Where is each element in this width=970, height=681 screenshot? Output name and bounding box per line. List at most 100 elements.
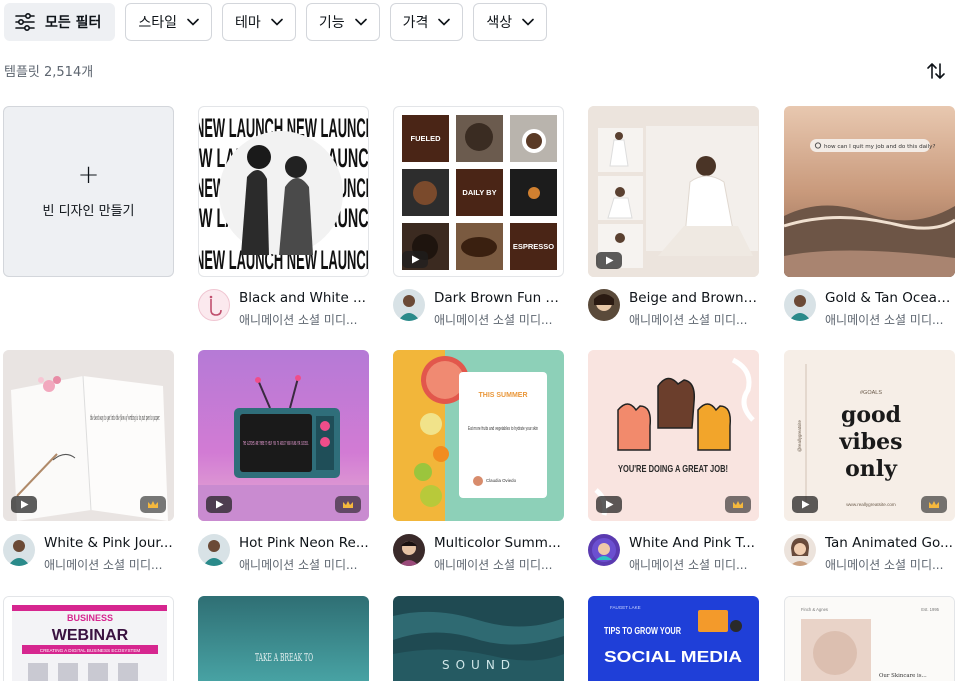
creator-avatar (784, 534, 816, 566)
template-meta[interactable]: Multicolor Summ... 애니메이션 소셜 미디... (393, 534, 564, 574)
all-filters-button[interactable]: 모든 필터 (4, 3, 116, 41)
chevron-down-icon (187, 18, 199, 26)
crown-icon (343, 501, 353, 508)
thumbnail-image: Finch & Agnes Est. 1995 Our Skincare is.… (785, 597, 954, 681)
template-author: 애니메이션 소셜 미디... (825, 558, 944, 572)
template-meta[interactable]: Black and White ... 애니메이션 소셜 미디... (198, 289, 369, 329)
template-thumbnail[interactable] (588, 106, 759, 277)
play-icon (411, 255, 419, 264)
template-title: Beige and Brown ... (629, 290, 760, 306)
chevron-down-icon (438, 18, 451, 26)
create-blank-design-label: 빈 디자인 만들기 (42, 204, 135, 219)
svg-text:Finch & Agnes: Finch & Agnes (801, 607, 828, 612)
creator-avatar (198, 289, 230, 321)
template-thumbnail[interactable]: TAKE A BREAK TO (198, 596, 369, 681)
style-filter-label: 스타일 (138, 15, 178, 31)
video-badge (402, 251, 428, 268)
svg-text:FAUGET LAKE: FAUGET LAKE (610, 605, 641, 610)
template-title: Multicolor Summ... (434, 535, 561, 551)
template-author: 애니메이션 소셜 미디... (239, 313, 358, 327)
chevron-down-icon (271, 18, 283, 26)
template-search-page: 모든 필터 스타일 테마 기능 가격 색상 템플릿 2,514개 + 빈 디자인… (0, 0, 970, 681)
template-thumbnail[interactable]: THIS SUMMER Eat more fruits and vegetabl… (393, 350, 564, 521)
svg-text:Est. 1995: Est. 1995 (921, 607, 939, 612)
template-thumbnail[interactable]: the best way to get into the flow of wri… (3, 350, 174, 521)
svg-text:DAILY BY: DAILY BY (462, 188, 496, 197)
template-author: 애니메이션 소셜 미디... (629, 558, 748, 572)
template-meta[interactable]: Gold & Tan Ocean... 애니메이션 소셜 미디... (784, 289, 956, 329)
filter-bar: 모든 필터 스타일 테마 기능 가격 색상 (4, 2, 548, 42)
play-icon (20, 500, 28, 509)
color-filter-label: 색상 (486, 15, 513, 31)
svg-text:good: good (841, 402, 901, 428)
premium-badge (140, 496, 166, 513)
chevron-down-icon (354, 18, 367, 26)
template-thumbnail[interactable]: #GOALS good vibes only www.reallygreatsi… (784, 350, 955, 521)
color-filter-dropdown[interactable]: 색상 (473, 3, 548, 41)
svg-text:www.reallygreatsite.com: www.reallygreatsite.com (846, 502, 896, 507)
template-meta[interactable]: White & Pink Jour... 애니메이션 소셜 미디... (3, 534, 174, 574)
template-thumbnail[interactable]: BUSINESS WEBINAR CREATING A DIGITAL BUSI… (3, 596, 174, 681)
create-blank-design-button[interactable]: + 빈 디자인 만들기 (3, 106, 174, 277)
template-author: 애니메이션 소셜 미디... (434, 558, 553, 572)
template-thumbnail[interactable]: THE GLITCHES ARE THERE TO HELP YOU TO AD… (198, 350, 369, 521)
template-title: Gold & Tan Ocean... (825, 290, 956, 306)
play-icon (215, 500, 223, 509)
template-author: 애니메이션 소셜 미디... (44, 558, 163, 572)
video-badge (596, 252, 622, 269)
play-icon (605, 500, 613, 509)
svg-text:CREATING A DIGITAL BUSINESS EC: CREATING A DIGITAL BUSINESS ECOSYSTEM (40, 648, 141, 653)
template-title: White And Pink T... (629, 535, 755, 551)
thumbnail-image: how can I quit my job and do this daily? (784, 106, 955, 277)
template-meta[interactable]: Hot Pink Neon Re... 애니메이션 소셜 미디... (198, 534, 369, 574)
video-badge (596, 496, 622, 513)
svg-text:Claudia Oviedo: Claudia Oviedo (486, 478, 517, 483)
template-thumbnail[interactable]: FUELED DAILY BY ESPRESSO (393, 106, 564, 277)
template-meta[interactable]: Dark Brown Fun E... 애니메이션 소셜 미디... (393, 289, 565, 329)
video-badge (792, 496, 818, 513)
thumbnail-image: BUSINESS WEBINAR CREATING A DIGITAL BUSI… (4, 597, 173, 681)
theme-filter-dropdown[interactable]: 테마 (222, 3, 296, 41)
template-title: White & Pink Jour... (44, 535, 173, 551)
style-filter-dropdown[interactable]: 스타일 (125, 3, 213, 41)
sliders-icon (15, 13, 35, 31)
svg-text:ESPRESSO: ESPRESSO (513, 242, 554, 251)
template-title: Black and White ... (239, 290, 366, 306)
svg-text:how can I quit my job and do t: how can I quit my job and do this daily? (824, 144, 935, 150)
template-thumbnail[interactable]: FAUGET LAKE TIPS TO GROW YOUR SOCIAL MED… (588, 596, 759, 681)
template-thumbnail[interactable]: NEW LAUNCH NEW LAUNCH NEW LAUNCH NEW LAU… (198, 106, 369, 277)
video-badge (206, 496, 232, 513)
thumbnail-image: THIS SUMMER Eat more fruits and vegetabl… (393, 350, 564, 521)
creator-avatar (393, 289, 425, 321)
template-thumbnail[interactable]: SOUND (393, 596, 564, 681)
svg-text:Eat more fruits and vegetables: Eat more fruits and vegetables to hydrat… (468, 426, 538, 432)
template-meta[interactable]: White And Pink T... 애니메이션 소셜 미디... (588, 534, 759, 574)
creator-avatar (198, 534, 230, 566)
feature-filter-dropdown[interactable]: 기능 (305, 3, 380, 41)
svg-text:BUSINESS: BUSINESS (67, 613, 113, 623)
template-thumbnail[interactable]: Finch & Agnes Est. 1995 Our Skincare is.… (784, 596, 955, 681)
svg-text:SOCIAL MEDIA: SOCIAL MEDIA (604, 649, 743, 666)
template-thumbnail[interactable]: YOU'RE DOING A GREAT JOB! (588, 350, 759, 521)
creator-avatar (588, 534, 620, 566)
svg-text:#GOALS: #GOALS (860, 390, 882, 396)
sort-arrows-icon[interactable] (925, 60, 947, 82)
crown-icon (929, 501, 939, 508)
svg-text:FUELED: FUELED (411, 134, 442, 143)
template-author: 애니메이션 소셜 미디... (434, 313, 553, 327)
thumbnail-image: NEW LAUNCH NEW LAUNCH NEW LAUNCH NEW LAU… (199, 113, 368, 275)
play-icon (605, 256, 613, 265)
price-filter-dropdown[interactable]: 가격 (389, 3, 464, 41)
svg-text:the best way to get into the f: the best way to get into the flow of wri… (90, 413, 160, 422)
template-meta[interactable]: Beige and Brown ... 애니메이션 소셜 미디... (588, 289, 760, 329)
all-filters-label: 모든 필터 (45, 15, 102, 31)
svg-text:TIPS TO GROW YOUR: TIPS TO GROW YOUR (604, 625, 681, 637)
plus-icon: + (77, 160, 100, 190)
svg-text:THIS SUMMER: THIS SUMMER (479, 392, 528, 399)
template-title: Dark Brown Fun E... (434, 290, 565, 306)
svg-text:@reallygreatsite: @reallygreatsite (797, 420, 802, 452)
template-thumbnail[interactable]: how can I quit my job and do this daily? (784, 106, 955, 277)
premium-badge (725, 496, 751, 513)
template-meta[interactable]: Tan Animated Go... 애니메이션 소셜 미디... (784, 534, 955, 574)
premium-badge (921, 496, 947, 513)
